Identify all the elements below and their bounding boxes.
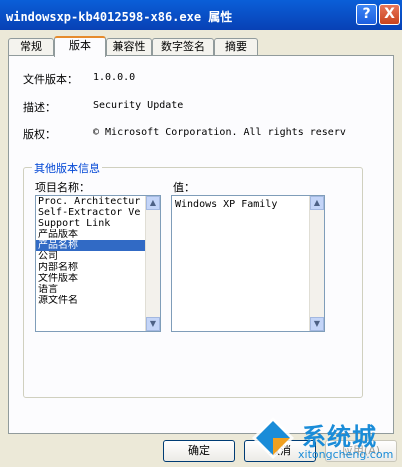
copyright-value: © Microsoft Corporation. All rights rese… — [93, 127, 346, 138]
window-title: windowsxp-kb4012598-x86.exe 属性 — [6, 10, 233, 24]
value-box[interactable]: Windows XP Family ▲ ▼ — [171, 195, 325, 332]
list-item[interactable]: Proc. Architectur — [36, 196, 160, 207]
watermark-url: xitongcheng.com — [298, 448, 394, 461]
title-bar[interactable]: windowsxp-kb4012598-x86.exe 属性 ? X — [0, 0, 402, 30]
scroll-down-icon[interactable]: ▼ — [146, 317, 160, 331]
scroll-up-icon[interactable]: ▲ — [146, 196, 160, 210]
description-label: 描述： — [23, 101, 56, 114]
file-version-label: 文件版本： — [23, 73, 78, 86]
item-name-label: 项目名称： — [35, 181, 90, 194]
group-title: 其他版本信息 — [32, 160, 102, 176]
tab-summary[interactable]: 摘要 — [214, 38, 258, 55]
watermark-name: 系统城 — [302, 423, 377, 451]
version-tab-panel: 文件版本： 1.0.0.0 描述： Security Update 版权： © … — [8, 55, 394, 434]
list-item[interactable]: Self-Extractor Ve — [36, 207, 160, 218]
file-version-value: 1.0.0.0 — [93, 72, 136, 83]
copyright-label: 版权： — [23, 128, 56, 141]
list-scrollbar[interactable]: ▲ ▼ — [145, 196, 160, 331]
list-item[interactable]: 产品版本 — [36, 229, 160, 240]
description-value: Security Update — [93, 100, 184, 111]
value-scrollbar[interactable]: ▲ ▼ — [309, 196, 324, 331]
list-item[interactable]: 文件版本 — [36, 273, 160, 284]
site-watermark: 系统城 xitongcheng.com — [250, 415, 402, 467]
help-button[interactable]: ? — [356, 4, 377, 25]
scroll-up-icon[interactable]: ▲ — [310, 196, 324, 210]
list-item[interactable]: 内部名称 — [36, 262, 160, 273]
scroll-down-icon[interactable]: ▼ — [310, 317, 324, 331]
ok-button[interactable]: 确定 — [163, 440, 235, 462]
item-name-list[interactable]: Proc. Architectur Self-Extractor Ve Supp… — [35, 195, 161, 332]
list-item[interactable]: 源文件名 — [36, 295, 160, 306]
tab-version[interactable]: 版本 — [54, 36, 106, 57]
tab-compatibility[interactable]: 兼容性 — [106, 38, 152, 55]
selected-value-text: Windows XP Family — [175, 199, 278, 210]
tab-digital-signatures[interactable]: 数字签名 — [152, 38, 214, 55]
list-item[interactable]: 公司 — [36, 251, 160, 262]
list-item[interactable]: Support Link — [36, 218, 160, 229]
tab-general[interactable]: 常规 — [8, 38, 54, 55]
list-item-selected[interactable]: 产品名称 — [36, 240, 160, 251]
close-button[interactable]: X — [379, 4, 400, 25]
list-item[interactable]: 语言 — [36, 284, 160, 295]
value-label: 值： — [173, 181, 195, 194]
watermark-logo-icon — [252, 417, 294, 459]
